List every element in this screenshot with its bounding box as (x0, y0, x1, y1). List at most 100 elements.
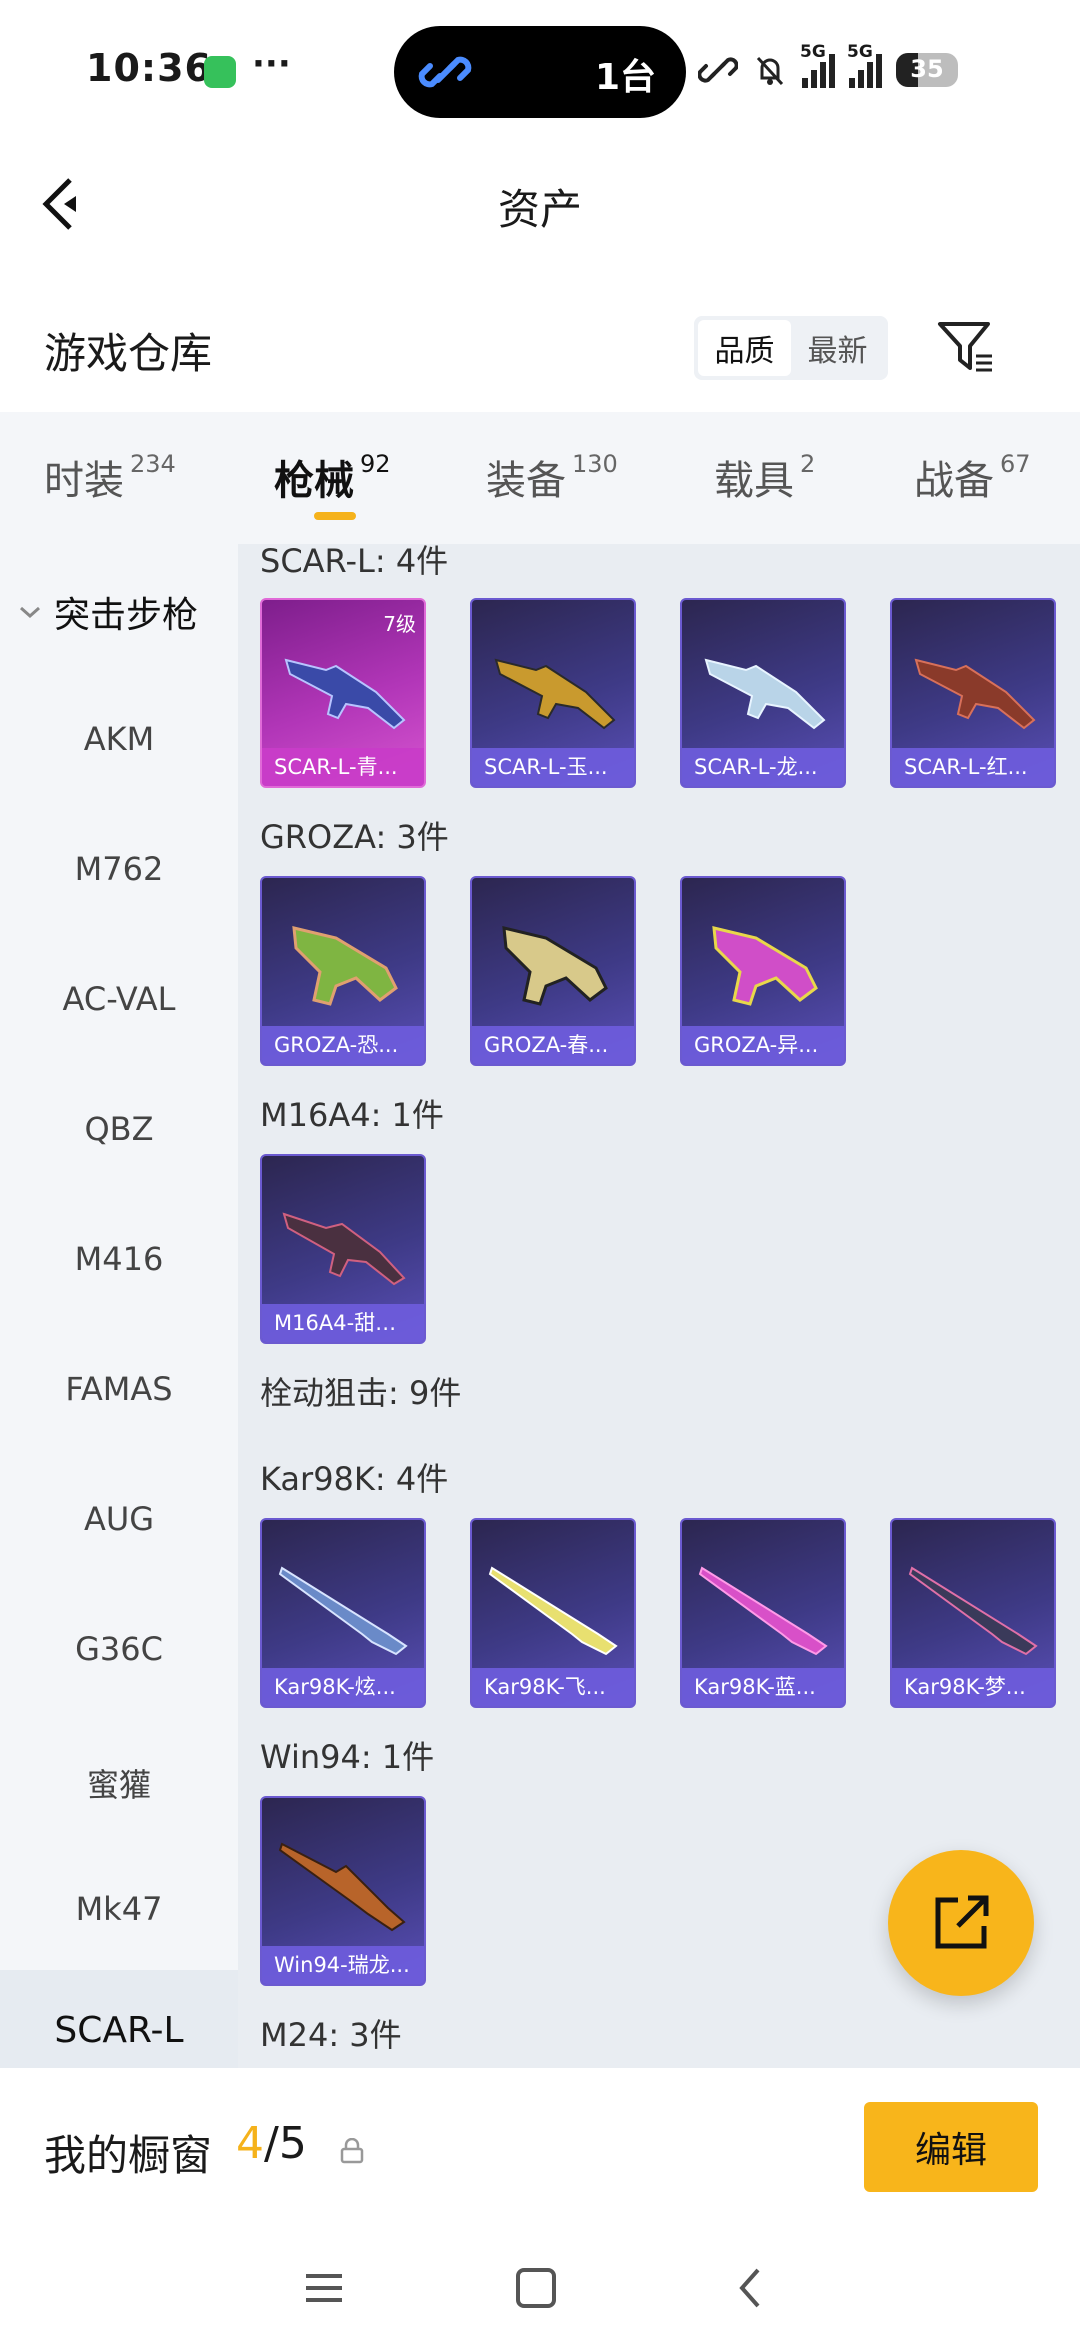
share-button[interactable] (888, 1850, 1034, 1996)
home-icon[interactable] (508, 2260, 564, 2316)
sort-option-quality[interactable]: 品质 (698, 320, 791, 376)
status-icons: 5G 5G 35 (698, 42, 958, 94)
weapon-card[interactable]: Kar98K-梦... (890, 1518, 1056, 1708)
lock-icon (340, 2138, 364, 2164)
rifle-skin-image (278, 1842, 406, 1932)
weapon-name: Kar98K-飞... (472, 1668, 634, 1706)
weapon-card[interactable]: GROZA-春... (470, 876, 636, 1066)
category-tabs: 时装 234 枪械 92 装备 130 载具 2 战备 67 (0, 412, 1080, 544)
tab-vehicles[interactable]: 载具 2 (714, 448, 815, 506)
tab-equipment[interactable]: 装备 130 (486, 448, 618, 506)
group-label-scar-l: SCAR-L: 4件 (260, 544, 449, 580)
hotspot-link-icon (698, 57, 738, 83)
sort-option-latest[interactable]: 最新 (791, 320, 884, 376)
sidebar-item-honey-badger[interactable]: 蜜獾 (0, 1760, 238, 1806)
weapon-card[interactable]: SCAR-L-玉... (470, 598, 636, 788)
group-label-bolt-action: 栓动狙击: 9件 (260, 1374, 462, 1412)
weapon-card[interactable]: SCAR-L-红... (890, 598, 1056, 788)
dynamic-island[interactable]: 1台 (394, 26, 686, 118)
sidebar-item-g36c[interactable]: G36C (0, 1630, 238, 1668)
weapon-type-sidebar: 突击步枪 AKM M762 AC-VAL QBZ M416 FAMAS AUG … (0, 544, 238, 2068)
weapon-card[interactable]: Kar98K-炫... (260, 1518, 426, 1708)
weapon-card[interactable]: Kar98K-飞... (470, 1518, 636, 1708)
sidebar-item-mk47[interactable]: Mk47 (0, 1890, 238, 1928)
weapon-name: M16A4-甜心... (262, 1304, 424, 1342)
battery-icon: 35 (896, 53, 958, 87)
weapon-card[interactable]: GROZA-异... (680, 876, 846, 1066)
sidebar-item-famas[interactable]: FAMAS (0, 1370, 238, 1408)
rifle-skin-image (908, 1566, 1038, 1656)
back-icon[interactable] (724, 2260, 780, 2316)
status-bar: 10:36 ··· 1台 5G 5G 35 (0, 0, 1080, 140)
filter-icon[interactable] (936, 318, 996, 376)
rifle-skin-image (494, 658, 616, 730)
signal-1-icon: 5G (800, 42, 835, 88)
weapon-card[interactable]: M16A4-甜心... (260, 1154, 426, 1344)
group-label-win94: Win94: 1件 (260, 1738, 435, 1776)
link-icon (418, 56, 472, 88)
weapon-name: Kar98K-梦... (892, 1668, 1054, 1706)
weapon-name: GROZA-春... (472, 1026, 634, 1064)
category-assault-rifles[interactable]: 突击步枪 (18, 586, 198, 638)
sidebar-item-m416[interactable]: M416 (0, 1240, 238, 1278)
top-nav: 资产 (0, 150, 1080, 260)
showcase-count: 4 /5 (236, 2118, 307, 2169)
warehouse-title: 游戏仓库 (44, 329, 213, 378)
rifle-skin-image (278, 1566, 408, 1656)
weapon-name: SCAR-L-青... (262, 748, 424, 786)
weapon-name: SCAR-L-龙... (682, 748, 844, 786)
active-tab-indicator (314, 512, 356, 520)
system-nav-bar (0, 2228, 1080, 2347)
weapon-grid: SCAR-L: 4件 7级 SCAR-L-青... SCAR-L-玉... SC… (238, 544, 1080, 2068)
more-notifications-icon: ··· (252, 44, 291, 84)
weapon-card[interactable]: SCAR-L-龙... (680, 598, 846, 788)
sidebar-item-qbz[interactable]: QBZ (0, 1110, 238, 1148)
sidebar-item-aug[interactable]: AUG (0, 1500, 238, 1538)
sort-toggle: 品质 最新 (694, 316, 888, 380)
device-count: 1台 (594, 57, 656, 98)
tab-fashion[interactable]: 时装 234 (44, 448, 176, 506)
weapon-name: Win94-瑞龙... (262, 1946, 424, 1984)
weapon-name: GROZA-异... (682, 1026, 844, 1064)
mute-bell-icon (756, 56, 784, 86)
rifle-skin-image (914, 658, 1036, 730)
chevron-down-icon (20, 606, 40, 619)
edit-button[interactable]: 编辑 (864, 2102, 1038, 2192)
tab-guns[interactable]: 枪械 92 (274, 448, 391, 506)
showcase-title: 我的橱窗 (44, 2131, 213, 2180)
rifle-skin-image (282, 1212, 406, 1286)
assets-page: 10:36 ··· 1台 5G 5G 35 资产 游戏仓库 品质 最新 时装 2… (0, 0, 1080, 2347)
group-label-m16a4: M16A4: 1件 (260, 1096, 444, 1134)
tab-battle-gear[interactable]: 战备 67 (914, 448, 1031, 506)
weapon-name: SCAR-L-玉... (472, 748, 634, 786)
rifle-skin-image (292, 926, 398, 1006)
share-icon (935, 1895, 989, 1949)
weapon-card[interactable]: Kar98K-蓝... (680, 1518, 846, 1708)
group-label-groza: GROZA: 3件 (260, 818, 449, 856)
status-time: 10:36 (86, 46, 212, 90)
weapon-card[interactable]: Win94-瑞龙... (260, 1796, 426, 1986)
rifle-skin-image (502, 926, 608, 1006)
rifle-skin-image (488, 1566, 618, 1656)
rifle-skin-image (698, 1566, 828, 1656)
weapon-name: Kar98K-蓝... (682, 1668, 844, 1706)
weapon-name: Kar98K-炫... (262, 1668, 424, 1706)
signal-2-icon: 5G (847, 42, 882, 88)
showcase-bar: 我的橱窗 4 /5 编辑 (0, 2068, 1080, 2228)
sidebar-item-ac-val[interactable]: AC-VAL (0, 980, 238, 1018)
weapon-card[interactable]: 7级 SCAR-L-青... (260, 598, 426, 788)
sidebar-item-m762[interactable]: M762 (0, 850, 238, 888)
group-label-m24: M24: 3件 (260, 2016, 402, 2054)
app-notification-icon (204, 56, 236, 88)
menu-icon[interactable] (296, 2260, 352, 2316)
rifle-skin-image (712, 926, 818, 1006)
rifle-skin-image (704, 658, 826, 730)
weapon-name: GROZA-恐... (262, 1026, 424, 1064)
page-title: 资产 (497, 185, 582, 234)
weapon-card[interactable]: GROZA-恐... (260, 876, 426, 1066)
sidebar-item-scar-l[interactable]: SCAR-L (0, 1970, 238, 2068)
group-label-kar98k: Kar98K: 4件 (260, 1460, 449, 1498)
sidebar-item-akm[interactable]: AKM (0, 720, 238, 758)
rifle-skin-image (284, 658, 406, 730)
weapon-name: SCAR-L-红... (892, 748, 1054, 786)
